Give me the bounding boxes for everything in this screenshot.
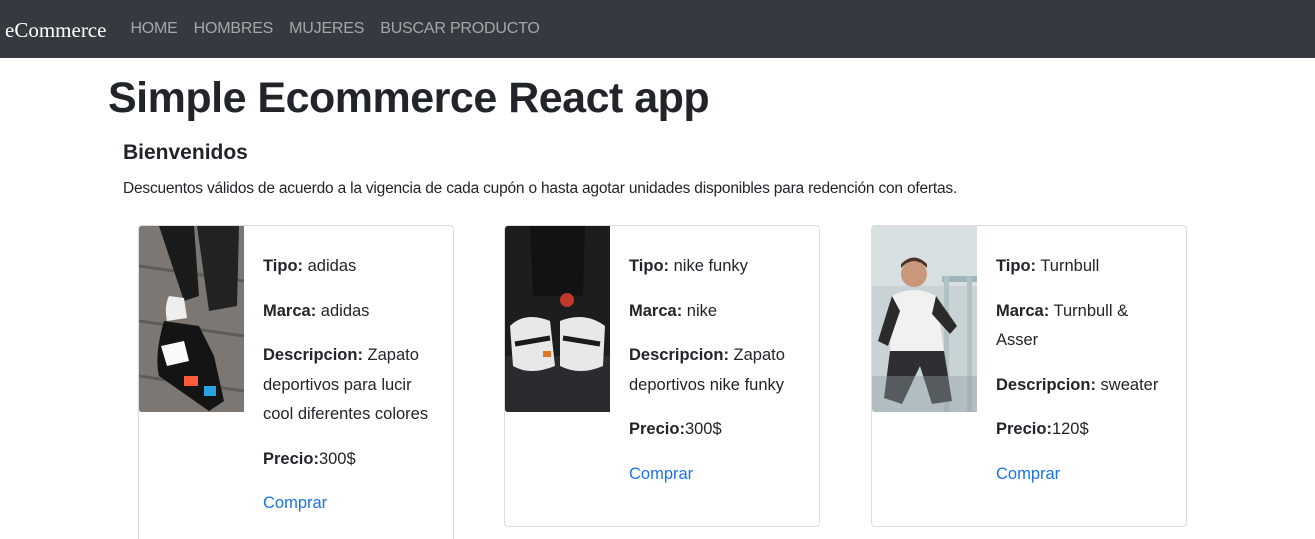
nav-hombres[interactable]: HOMBRES (194, 20, 274, 38)
product-precio: Precio:300$ (263, 449, 356, 468)
product-marca: Marca: nike (629, 301, 718, 320)
product-card: Tipo: Turnbull Marca: Turnbull & Asser D… (871, 225, 1187, 527)
product-details: Tipo: adidas Marca: adidas Descripcion: … (263, 252, 438, 519)
nav-mujeres[interactable]: MUJERES (289, 20, 364, 38)
sneaker-photo-icon (139, 226, 244, 412)
nav-home[interactable]: HOME (130, 20, 177, 38)
product-tipo: Tipo: Turnbull (996, 257, 1100, 275)
product-details: Tipo: nike funky Marca: nike Descripcion… (629, 252, 804, 489)
brand-logo[interactable]: eCommerce (5, 18, 106, 43)
buy-button[interactable]: Comprar (996, 460, 1171, 490)
person-photo-icon (872, 226, 977, 412)
product-descripcion: Descripcion: Zapato deportivos para luci… (263, 346, 429, 423)
product-marca: Marca: adidas (263, 301, 370, 320)
product-precio: Precio:120$ (996, 420, 1089, 438)
product-card: Tipo: nike funky Marca: nike Descripcion… (504, 225, 820, 527)
buy-button[interactable]: Comprar (263, 489, 438, 519)
product-precio: Precio:300$ (629, 420, 722, 438)
product-tipo: Tipo: adidas (263, 257, 357, 275)
page-description: Descuentos válidos de acuerdo a la vigen… (123, 180, 958, 197)
buy-button[interactable]: Comprar (629, 460, 804, 490)
page-title: Simple Ecommerce React app (108, 74, 710, 122)
product-card: Tipo: adidas Marca: adidas Descripcion: … (138, 225, 454, 539)
product-descripcion: Descripcion: sweater (996, 375, 1159, 394)
product-descripcion: Descripcion: Zapato deportivos nike funk… (629, 346, 785, 394)
product-details: Tipo: Turnbull Marca: Turnbull & Asser D… (996, 252, 1171, 489)
sneaker-photo-icon (505, 226, 610, 412)
page-subtitle: Bienvenidos (123, 141, 248, 164)
product-tipo: Tipo: nike funky (629, 257, 748, 275)
navbar: eCommerce HOME HOMBRES MUJERES BUSCAR PR… (0, 0, 1315, 58)
product-marca: Marca: Turnbull & Asser (996, 301, 1129, 350)
nav-buscar-producto[interactable]: BUSCAR PRODUCTO (380, 20, 540, 38)
